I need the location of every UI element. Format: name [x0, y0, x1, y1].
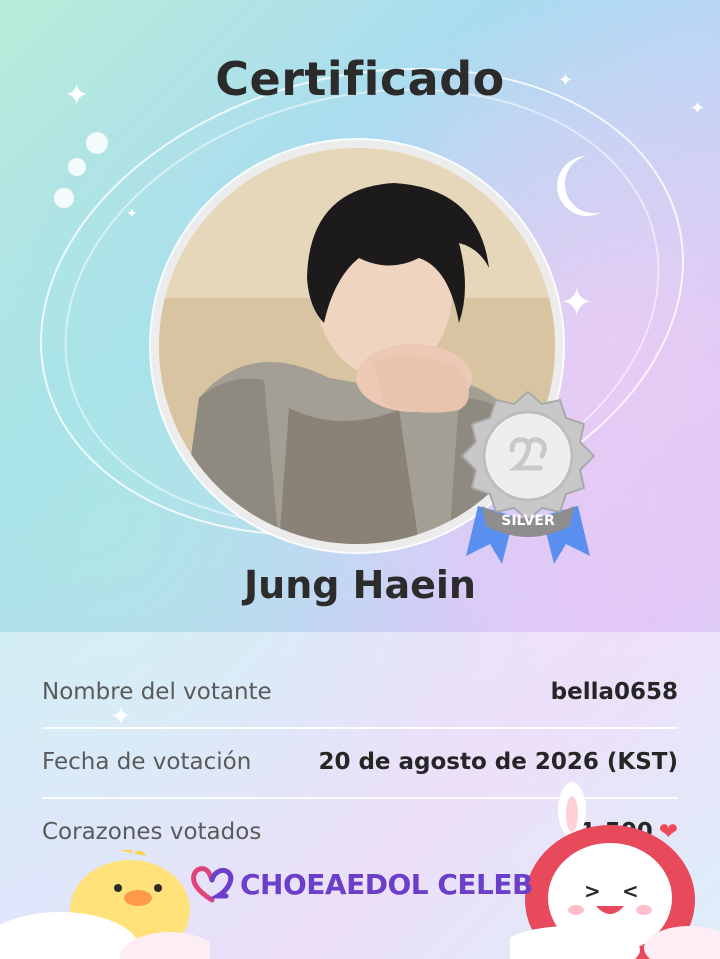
- detail-label: Corazones votados: [42, 819, 262, 845]
- moon-icon: [557, 156, 602, 216]
- sparkle-icon: ✦: [126, 206, 138, 222]
- bunny-mascot-icon: > <: [510, 782, 720, 959]
- brand-logo: CHOEAEDOL CELEB: [190, 862, 533, 906]
- silver-badge: SILVER: [460, 390, 596, 564]
- badge-level-text: SILVER: [501, 513, 555, 529]
- brand-name: CHOEAEDOL CELEB: [240, 867, 533, 901]
- detail-value: 20 de agosto de 2026 (KST): [318, 749, 678, 775]
- choeaedol-heart-logo-icon: [191, 866, 234, 903]
- bubble-dot: [54, 188, 74, 208]
- chick-mascot-icon: [0, 850, 210, 959]
- celeb-name: Jung Haein: [244, 563, 476, 607]
- detail-label: Fecha de votación: [42, 749, 252, 775]
- bubble-dot: [86, 132, 108, 154]
- certificate-title: Certificado: [215, 52, 505, 106]
- detail-row-voter: Nombre del votante bella0658: [42, 662, 678, 722]
- bubble-dot: [68, 158, 86, 176]
- svg-text:<: <: [622, 879, 639, 903]
- row-divider: [42, 727, 678, 729]
- sparkle-icon: ✦: [560, 280, 594, 326]
- detail-value: bella0658: [550, 679, 678, 705]
- svg-text:>: >: [584, 879, 601, 903]
- detail-label: Nombre del votante: [42, 679, 272, 705]
